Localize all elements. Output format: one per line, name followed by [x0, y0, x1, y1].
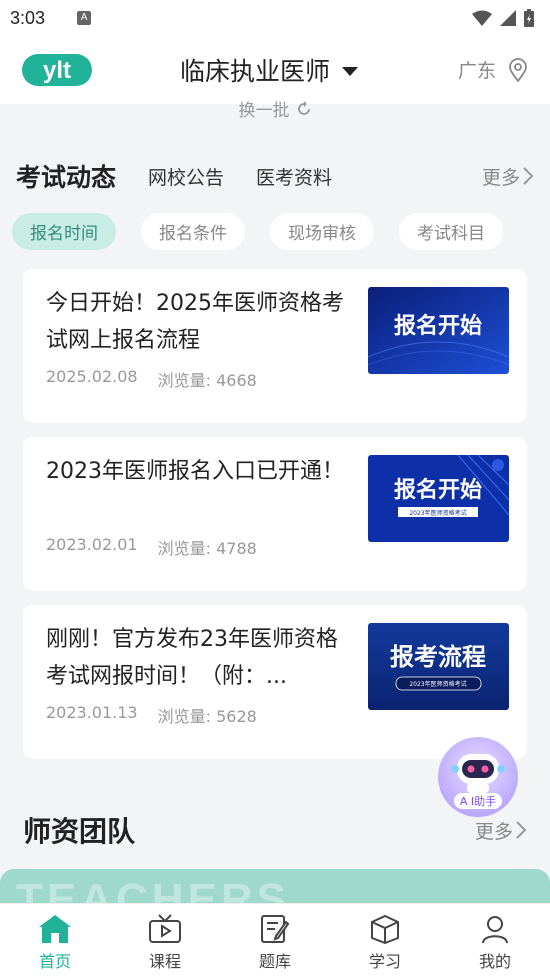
article-title: 今日开始！2025年医师资格考试网上报名流程 [46, 291, 344, 353]
article-thumbnail: 报名开始 [368, 287, 509, 374]
chip-onsite-review[interactable]: 现场审核 [270, 213, 374, 250]
thumbnail-text: 报名开始 [394, 477, 482, 503]
caret-down-icon [342, 66, 359, 76]
home-icon [39, 915, 71, 943]
thumbnail-subtext: 2023年医师资格考试 [409, 680, 466, 688]
nav-courses-label: 课程 [148, 952, 181, 971]
article-date: 2025.02.08 [46, 367, 138, 386]
chip-registration-conditions[interactable]: 报名条件 [141, 213, 245, 250]
nav-study-label: 学习 [368, 952, 401, 971]
nav-profile-label: 我的 [478, 952, 511, 971]
nav-courses[interactable]: 课程 [110, 904, 220, 979]
article-views: 浏览量: 5628 [157, 707, 257, 726]
nav-question-bank[interactable]: 题库 [220, 904, 330, 979]
article-date: 2023.02.01 [46, 535, 138, 554]
battery-icon [524, 9, 534, 27]
news-section-title[interactable]: 考试动态 [16, 158, 116, 194]
status-time: 3:03 [10, 7, 46, 28]
edit-note-icon [261, 915, 290, 943]
ai-assistant-button[interactable]: A I助手 [437, 736, 519, 818]
article-thumbnail: 报名开始 2023年医师资格考试 [368, 455, 509, 542]
person-icon [482, 916, 508, 944]
exam-type-selector[interactable]: 临床执业医师 [180, 52, 359, 88]
signal-icon [500, 10, 516, 26]
refresh-icon [297, 100, 310, 115]
notification-icon: A [77, 11, 92, 25]
ai-assistant-label: A I助手 [460, 794, 496, 808]
status-icons [472, 9, 534, 27]
location-pin-icon [509, 57, 527, 82]
article-date: 2023.01.13 [46, 703, 138, 722]
bottom-nav: 首页 课程 题库 学习 我的 [0, 903, 550, 979]
logo-text: ylt [43, 57, 71, 84]
chip-registration-time[interactable]: 报名时间 [12, 213, 116, 250]
article-card[interactable]: 2023年医师报名入口已开通！ 2023.02.01 浏览量: 4788 报名开… [23, 437, 527, 591]
team-more-label: 更多 [474, 820, 513, 843]
nav-profile[interactable]: 我的 [440, 904, 550, 979]
tab-exam-materials[interactable]: 医考资料 [256, 163, 332, 190]
article-thumbnail: 报考流程 2023年医师资格考试 [368, 623, 509, 710]
article-title: 2023年医师报名入口已开通！ [46, 459, 344, 484]
article-views: 浏览量: 4788 [157, 539, 257, 558]
chip-exam-subjects[interactable]: 考试科目 [399, 213, 503, 250]
nav-study[interactable]: 学习 [330, 904, 440, 979]
refresh-label: 换一批 [238, 101, 290, 121]
location-selector[interactable]: 广东 [458, 56, 528, 83]
location-label: 广东 [457, 60, 496, 82]
exam-type-title: 临床执业医师 [180, 57, 331, 86]
team-section-header: 师资团队 更多 [23, 810, 527, 850]
nav-home[interactable]: 首页 [0, 904, 110, 979]
wifi-icon [472, 10, 492, 26]
book-box-icon [371, 914, 399, 944]
nav-question-bank-label: 题库 [258, 952, 291, 971]
article-title: 刚刚！官方发布23年医师资格考试网报时间！（附：... [46, 627, 338, 689]
news-more-label: 更多 [481, 166, 520, 189]
team-section-title: 师资团队 [23, 815, 136, 848]
ylt-logo: ylt [22, 54, 92, 86]
thumbnail-subtext: 2023年医师资格考试 [409, 509, 466, 517]
tab-school-notice[interactable]: 网校公告 [148, 163, 224, 190]
article-meta: 2025.02.08 浏览量: 4668 [46, 367, 257, 391]
app-header: ylt 临床执业医师 广东 [0, 36, 550, 104]
team-more-link[interactable]: 更多 [475, 817, 527, 844]
tv-icon [149, 914, 181, 943]
news-section-header: 考试动态 网校公告 医考资料 更多 [16, 156, 534, 196]
article-views: 浏览量: 4668 [157, 371, 257, 390]
chevron-right-icon [523, 167, 534, 185]
status-bar: 3:03 A [0, 0, 550, 36]
news-category-chips: 报名时间 报名条件 现场审核 考试科目 [12, 213, 503, 250]
refresh-row: 换一批 [0, 96, 550, 121]
article-card[interactable]: 今日开始！2025年医师资格考试网上报名流程 2025.02.08 浏览量: 4… [23, 269, 527, 423]
thumbnail-text: 报考流程 [390, 643, 486, 671]
article-meta: 2023.01.13 浏览量: 5628 [46, 703, 257, 727]
article-meta: 2023.02.01 浏览量: 4788 [46, 535, 257, 559]
chevron-right-icon [516, 821, 527, 839]
refresh-button[interactable]: 换一批 [239, 96, 312, 121]
nav-home-label: 首页 [38, 952, 71, 971]
news-more-link[interactable]: 更多 [482, 163, 534, 190]
thumbnail-text: 报名开始 [394, 313, 482, 339]
